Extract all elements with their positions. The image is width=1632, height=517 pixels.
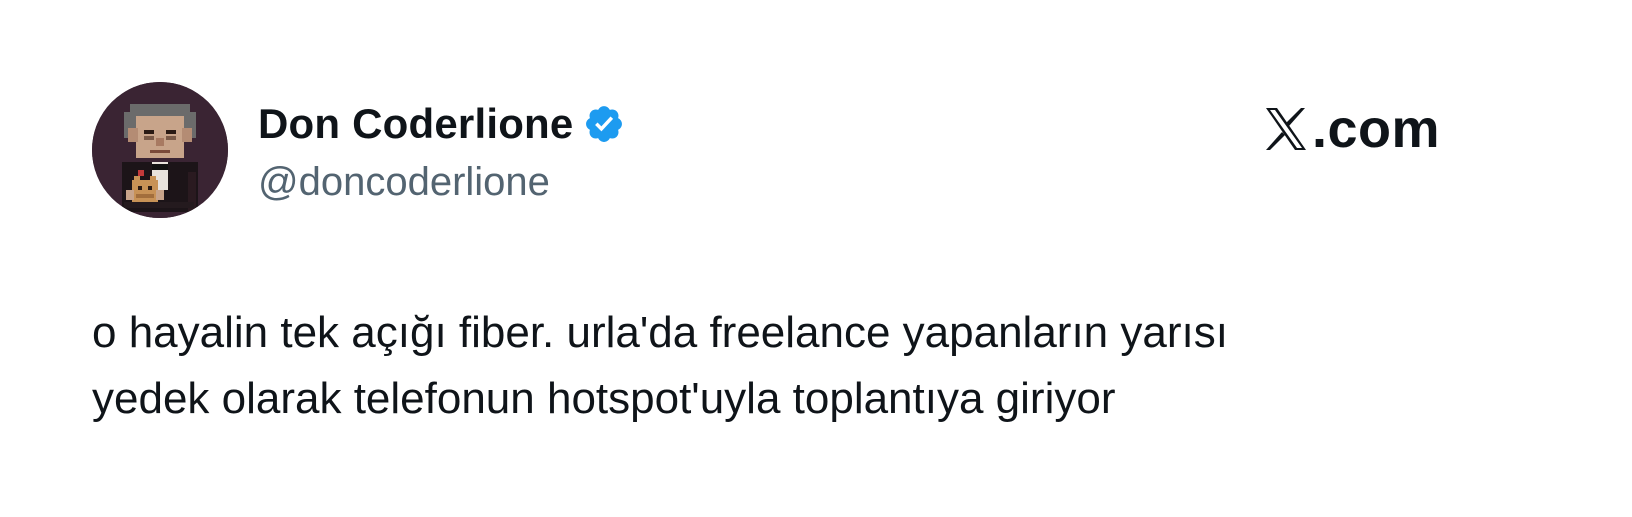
- brand-text: .com: [1311, 99, 1440, 159]
- display-name[interactable]: Don Coderlione: [258, 98, 573, 150]
- tweet-card: Don Coderlione @doncoderlione .com o hay…: [0, 0, 1632, 517]
- avatar[interactable]: [92, 82, 228, 218]
- name-row: Don Coderlione: [258, 98, 625, 150]
- x-logo-icon: [1264, 106, 1308, 152]
- author-info: Don Coderlione @doncoderlione: [258, 98, 625, 208]
- pixel-art-avatar-icon: [92, 82, 228, 218]
- tweet-text: o hayalin tek açığı fiber. urla'da freel…: [92, 300, 1512, 432]
- handle[interactable]: @doncoderlione: [258, 156, 625, 208]
- tweet-line: yedek olarak telefonun hotspot'uyla topl…: [92, 374, 1116, 423]
- verified-badge-icon: [583, 103, 625, 145]
- tweet-line: o hayalin tek açığı fiber. urla'da freel…: [92, 308, 1228, 357]
- brand: .com: [1264, 98, 1440, 160]
